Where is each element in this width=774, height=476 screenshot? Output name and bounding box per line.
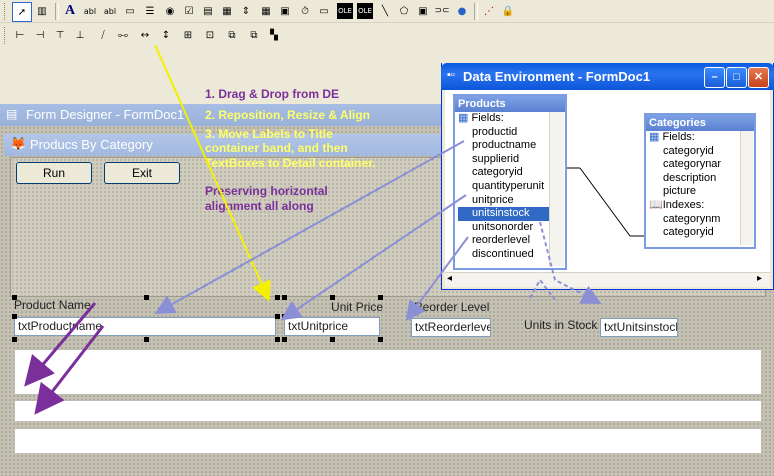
relation-line <box>579 167 631 237</box>
drag-arrow-unitsinstock <box>539 221 602 304</box>
annotation-arrows <box>24 44 644 415</box>
move-arrow-1 <box>24 302 97 387</box>
drag-arrow-unitsinstock-label <box>529 278 556 301</box>
drag-arrow-unitprice <box>280 194 467 321</box>
drag-arrow-reorderlevel <box>405 236 469 322</box>
move-arrow-2 <box>34 325 105 415</box>
